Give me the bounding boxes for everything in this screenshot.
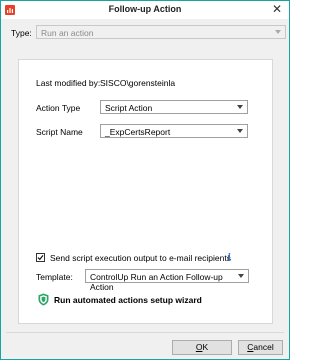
template-value: ControlUp Run an Action Follow-up Action <box>90 272 223 292</box>
shield-icon <box>38 293 49 306</box>
chevron-down-icon <box>238 274 244 278</box>
type-select[interactable]: Run an action <box>36 25 286 39</box>
ok-label-rest: K <box>202 342 209 352</box>
type-select-value: Run an action <box>41 28 94 38</box>
info-icon[interactable]: i <box>224 253 234 263</box>
checkmark-icon <box>37 255 44 261</box>
title-bar: Follow-up Action ✕ <box>1 1 289 19</box>
cancel-button[interactable]: Cancel <box>238 340 283 355</box>
action-type-select[interactable]: Script Action <box>100 100 248 114</box>
cancel-label-rest: ancel <box>253 342 274 352</box>
script-name-select[interactable]: _ExpCertsReport <box>100 124 248 138</box>
footer-divider <box>6 332 284 333</box>
ok-button[interactable]: OK <box>172 340 232 355</box>
window-title: Follow-up Action <box>108 4 182 14</box>
script-name-label: Script Name <box>36 127 83 137</box>
type-label: Type: <box>11 28 32 38</box>
action-type-label: Action Type <box>36 103 81 113</box>
chevron-down-icon <box>237 105 243 109</box>
email-output-checkbox[interactable] <box>36 253 45 262</box>
action-details-panel: Last modified by: SISCO\gorensteinla Act… <box>18 59 273 324</box>
chevron-down-icon <box>237 129 243 133</box>
setup-wizard-link[interactable]: Run automated actions setup wizard <box>54 295 202 305</box>
dialog-window: Follow-up Action ✕ Type: Run an action L… <box>0 0 290 360</box>
template-label: Template: <box>36 272 73 282</box>
last-modified-value: SISCO\gorensteinla <box>100 78 176 88</box>
script-name-value: _ExpCertsReport <box>105 127 171 137</box>
template-select[interactable]: ControlUp Run an Action Follow-up Action <box>85 269 249 292</box>
last-modified-label: Last modified by: <box>36 78 101 88</box>
email-output-label: Send script execution output to e-mail r… <box>50 253 231 263</box>
close-icon[interactable]: ✕ <box>271 3 283 16</box>
chevron-down-icon <box>275 30 281 34</box>
action-type-value: Script Action <box>105 103 153 113</box>
